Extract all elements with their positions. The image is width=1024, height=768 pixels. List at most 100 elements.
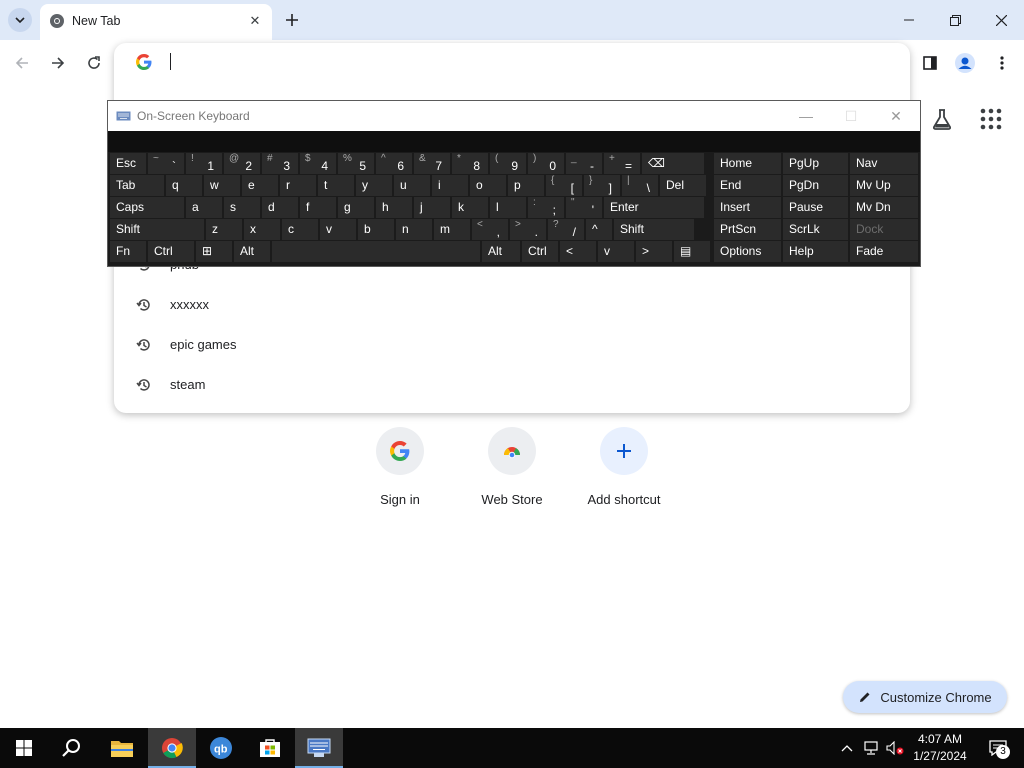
key-backspace[interactable]: ⌫ [642, 153, 704, 174]
osk-minimize-button[interactable]: — [793, 106, 819, 126]
key-mv-dn[interactable]: Mv Dn [850, 197, 918, 218]
key-menu[interactable]: ▤ [674, 241, 710, 262]
key-fade[interactable]: Fade [850, 241, 918, 262]
volume-tray-button[interactable] [884, 728, 906, 768]
restore-button[interactable] [932, 4, 978, 36]
taskbar-clock[interactable]: 4:07 AM 1/27/2024 [908, 731, 972, 765]
key-4[interactable]: $4 [300, 153, 336, 174]
key-slash[interactable]: ? / [548, 219, 584, 240]
key-8[interactable]: * 8 [452, 153, 488, 174]
key-space[interactable] [272, 241, 480, 262]
chrome-menu-button[interactable] [989, 50, 1015, 76]
key-pgdn[interactable]: PgDn [783, 175, 848, 196]
key-pause[interactable]: Pause [783, 197, 848, 218]
key-dock[interactable]: Dock [850, 219, 918, 240]
key-prtscn[interactable]: PrtScn [714, 219, 781, 240]
key-equals[interactable]: + = [604, 153, 640, 174]
search-button[interactable] [48, 728, 96, 768]
key-5[interactable]: % 5 [338, 153, 374, 174]
shortcut-add[interactable]: Add shortcut [564, 427, 684, 507]
suggestion-item[interactable]: xxxxxx [114, 285, 910, 325]
shortcut-web-store[interactable]: Web Store [452, 427, 572, 507]
key-r[interactable]: r [280, 175, 316, 196]
reload-button[interactable] [81, 50, 107, 76]
key-right-arrow[interactable]: > [636, 241, 672, 262]
key-windows[interactable]: ⊞ [196, 241, 232, 262]
osk-maximize-button[interactable]: ☐ [838, 106, 864, 126]
key-s[interactable]: s [224, 197, 260, 218]
key-e[interactable]: e [242, 175, 278, 196]
key-caps[interactable]: Caps [110, 197, 184, 218]
new-tab-button[interactable] [280, 8, 304, 32]
key-shift-right[interactable]: Shift [614, 219, 694, 240]
google-apps-icon[interactable] [978, 106, 1004, 132]
key-b[interactable]: b [358, 219, 394, 240]
key-7[interactable]: & 7 [414, 153, 450, 174]
key-y[interactable]: y [356, 175, 392, 196]
show-hidden-icons-button[interactable] [836, 728, 858, 768]
key-minus[interactable]: _ - [566, 153, 602, 174]
key-enter[interactable]: Enter [604, 197, 704, 218]
key-options[interactable]: Options [714, 241, 781, 262]
chrome-taskbar-button[interactable] [148, 728, 196, 768]
key-l[interactable]: l [490, 197, 526, 218]
tab-new-tab[interactable]: New Tab ✕ [40, 4, 272, 40]
file-explorer-button[interactable] [98, 728, 146, 768]
close-window-button[interactable] [978, 4, 1024, 36]
osk-close-button[interactable]: ✕ [883, 106, 909, 126]
key-o[interactable]: o [470, 175, 506, 196]
key-t[interactable]: t [318, 175, 354, 196]
notification-center-button[interactable]: 3 [978, 728, 1018, 768]
back-button[interactable] [9, 50, 35, 76]
tab-close-icon[interactable]: ✕ [246, 12, 264, 30]
key-c[interactable]: c [282, 219, 318, 240]
key-close-bracket[interactable]: }] [584, 175, 620, 196]
suggestion-item[interactable]: steam [114, 365, 910, 405]
key-w[interactable]: w [204, 175, 240, 196]
key-n[interactable]: n [396, 219, 432, 240]
key-ctrl-right[interactable]: Ctrl [522, 241, 558, 262]
key-mv-up[interactable]: Mv Up [850, 175, 918, 196]
key-help[interactable]: Help [783, 241, 848, 262]
key-open-bracket[interactable]: {[ [546, 175, 582, 196]
key-home[interactable]: Home [714, 153, 781, 174]
minimize-button[interactable] [886, 4, 932, 36]
key-semicolon[interactable]: :; [528, 197, 564, 218]
key-f[interactable]: f [300, 197, 336, 218]
key-left-arrow[interactable]: < [560, 241, 596, 262]
key-6[interactable]: ^ 6 [376, 153, 412, 174]
key-up-arrow[interactable]: ^ [586, 219, 612, 240]
key-x[interactable]: x [244, 219, 280, 240]
key-2[interactable]: @2 [224, 153, 260, 174]
key-g[interactable]: g [338, 197, 374, 218]
shortcut-sign-in[interactable]: Sign in [340, 427, 460, 507]
key-backtick[interactable]: ~ ` [148, 153, 184, 174]
key-period[interactable]: >. [510, 219, 546, 240]
key-backslash[interactable]: | \ [622, 175, 658, 196]
key-quote[interactable]: " ' [566, 197, 602, 218]
key-pgup[interactable]: PgUp [783, 153, 848, 174]
key-d[interactable]: d [262, 197, 298, 218]
key-comma[interactable]: <, [472, 219, 508, 240]
key-h[interactable]: h [376, 197, 412, 218]
key-q[interactable]: q [166, 175, 202, 196]
key-alt-left[interactable]: Alt [234, 241, 270, 262]
qbittorrent-button[interactable]: qb [197, 728, 245, 768]
key-scrlk[interactable]: ScrLk [783, 219, 848, 240]
suggestion-item[interactable]: epic games [114, 325, 910, 365]
key-k[interactable]: k [452, 197, 488, 218]
key-down-arrow[interactable]: v [320, 219, 356, 240]
network-tray-button[interactable] [860, 728, 882, 768]
key-end[interactable]: End [714, 175, 781, 196]
flask-icon[interactable] [929, 106, 955, 132]
osk-titlebar[interactable]: On-Screen Keyboard — ☐ ✕ [108, 101, 920, 131]
key-m[interactable]: m [434, 219, 470, 240]
start-button[interactable] [0, 728, 48, 768]
key-j[interactable]: j [414, 197, 450, 218]
customize-chrome-button[interactable]: Customize Chrome [843, 681, 1007, 713]
side-panel-button[interactable] [917, 50, 943, 76]
key-3[interactable]: #3 [262, 153, 298, 174]
key-a[interactable]: a [186, 197, 222, 218]
profile-button[interactable] [952, 50, 978, 76]
microsoft-store-button[interactable] [246, 728, 294, 768]
